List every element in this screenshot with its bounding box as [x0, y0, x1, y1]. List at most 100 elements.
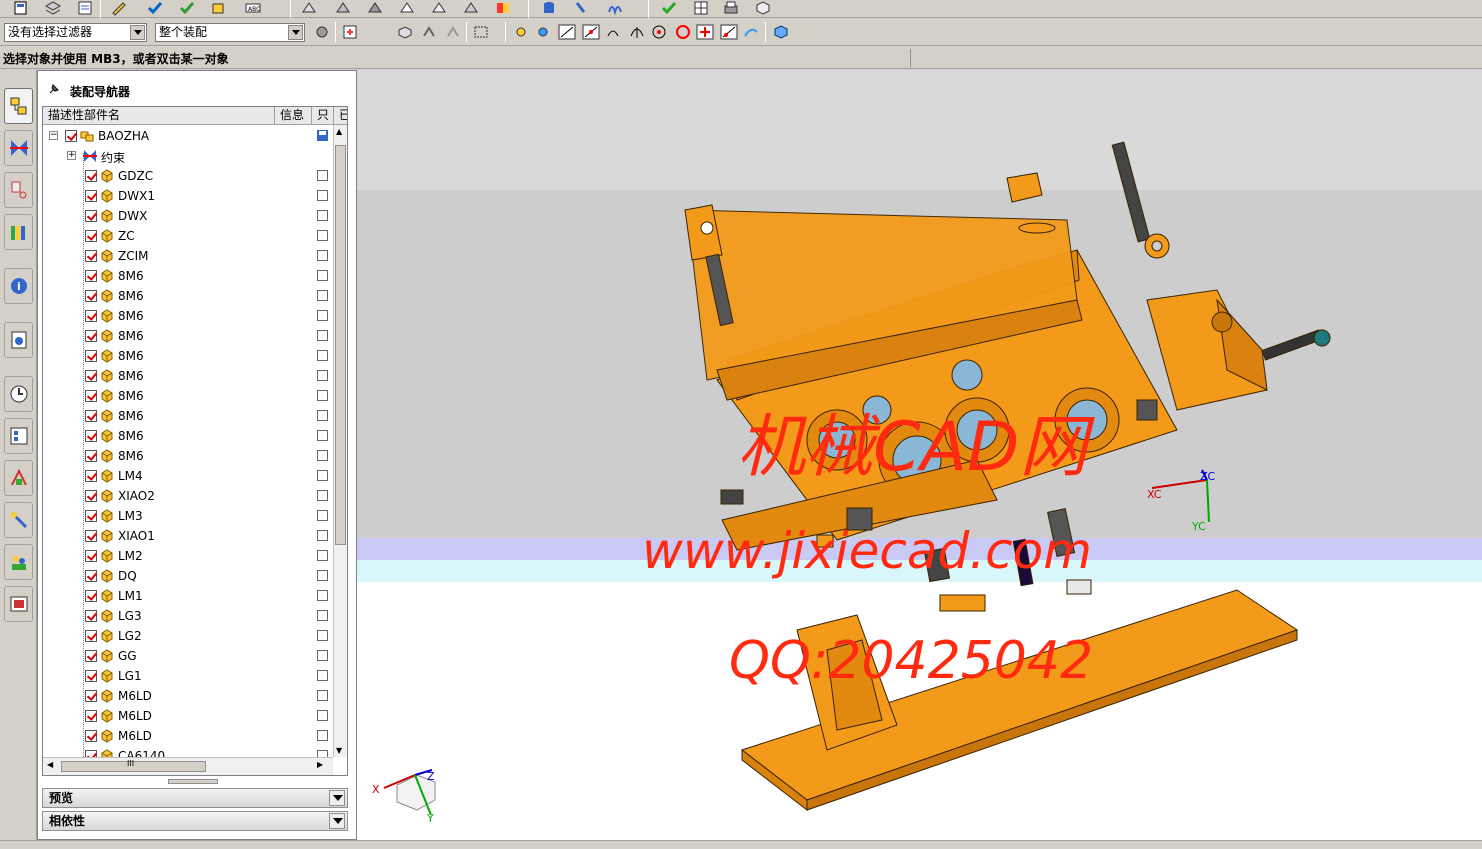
readonly-checkbox[interactable]: [317, 550, 328, 561]
readonly-checkbox[interactable]: [317, 570, 328, 581]
pin-icon[interactable]: [48, 83, 60, 95]
part-row[interactable]: 8M6: [43, 346, 333, 366]
readonly-checkbox[interactable]: [317, 290, 328, 301]
select-body-icon[interactable]: [396, 24, 414, 40]
part-row[interactable]: LG3: [43, 606, 333, 626]
text-icon[interactable]: ABC: [244, 0, 262, 16]
readonly-checkbox[interactable]: [317, 610, 328, 621]
shaded-cube-icon[interactable]: [772, 24, 790, 40]
part-row[interactable]: XIAO1: [43, 526, 333, 546]
render-style-2-icon[interactable]: [334, 0, 352, 16]
expand-toggle-icon[interactable]: +: [67, 151, 76, 160]
assembly-tool-icon[interactable]: [210, 0, 228, 16]
column-header-readonly[interactable]: 只: [312, 107, 334, 125]
vertical-scroll-thumb[interactable]: [335, 145, 346, 545]
part-visibility-checkbox[interactable]: [85, 310, 97, 322]
layers-icon[interactable]: [44, 0, 62, 16]
part-visibility-checkbox[interactable]: [85, 410, 97, 422]
scroll-down-arrow-icon[interactable]: ▼: [336, 746, 342, 755]
column-header-info[interactable]: 信息: [275, 107, 312, 125]
part-row[interactable]: 8M6: [43, 446, 333, 466]
collapse-toggle-icon[interactable]: −: [49, 131, 58, 140]
readonly-checkbox[interactable]: [317, 430, 328, 441]
part-row[interactable]: 8M6: [43, 266, 333, 286]
part-visibility-checkbox[interactable]: [85, 610, 97, 622]
select-edge-icon[interactable]: [444, 24, 462, 40]
part-visibility-checkbox[interactable]: [85, 390, 97, 402]
midpoint-snap-icon[interactable]: [582, 24, 600, 40]
part-visibility-checkbox[interactable]: [85, 690, 97, 702]
roles-tab[interactable]: [4, 544, 33, 580]
graphics-viewport[interactable]: 机械CAD网 www.jixiecad.com QQ:20425042 XC Y…: [357, 70, 1482, 840]
render-style-6-icon[interactable]: [462, 0, 480, 16]
readonly-checkbox[interactable]: [317, 410, 328, 421]
column-header-name[interactable]: 描述性部件名: [43, 107, 275, 125]
snap-settings-icon[interactable]: [534, 24, 552, 40]
part-row[interactable]: 8M6: [43, 326, 333, 346]
check-green-icon[interactable]: [178, 0, 196, 16]
assembly-model-view[interactable]: 机械CAD网 www.jixiecad.com QQ:20425042 XC Y…: [357, 70, 1482, 840]
part-visibility-checkbox[interactable]: [85, 730, 97, 742]
help-info-tab[interactable]: i: [4, 268, 33, 304]
readonly-checkbox[interactable]: [317, 330, 328, 341]
column-header-extra[interactable]: 已: [334, 107, 347, 125]
part-row[interactable]: M6LD: [43, 686, 333, 706]
part-row[interactable]: XIAO2: [43, 486, 333, 506]
rectangle-select-icon[interactable]: [472, 24, 490, 40]
point-on-curve-icon[interactable]: [720, 24, 738, 40]
part-visibility-checkbox[interactable]: [85, 470, 97, 482]
select-feature-icon[interactable]: [420, 24, 438, 40]
dependency-section[interactable]: 相依性: [42, 811, 348, 831]
readonly-checkbox[interactable]: [317, 250, 328, 261]
part-visibility-checkbox[interactable]: [85, 370, 97, 382]
part-visibility-checkbox[interactable]: [85, 510, 97, 522]
part-row[interactable]: 8M6: [43, 386, 333, 406]
part-row[interactable]: DWX1: [43, 186, 333, 206]
part-visibility-checkbox[interactable]: [85, 670, 97, 682]
part-visibility-checkbox[interactable]: [85, 170, 97, 182]
readonly-checkbox[interactable]: [317, 530, 328, 541]
part-row[interactable]: M6LD: [43, 706, 333, 726]
part-visibility-checkbox[interactable]: [85, 490, 97, 502]
part-navigator-tab[interactable]: [4, 172, 33, 208]
part-visibility-checkbox[interactable]: [85, 430, 97, 442]
part-row[interactable]: LM2: [43, 546, 333, 566]
horizontal-scroll-thumb[interactable]: III: [61, 759, 206, 772]
part-visibility-checkbox[interactable]: [85, 290, 97, 302]
render-style-3-icon[interactable]: [366, 0, 384, 16]
print-icon[interactable]: [722, 0, 740, 16]
part-visibility-checkbox[interactable]: [85, 350, 97, 362]
part-row[interactable]: 8M6: [43, 286, 333, 306]
part-row[interactable]: 8M6: [43, 406, 333, 426]
spring-icon[interactable]: [606, 0, 624, 16]
part-visibility-checkbox[interactable]: [85, 530, 97, 542]
render-style-5-icon[interactable]: [430, 0, 448, 16]
readonly-checkbox[interactable]: [317, 190, 328, 201]
render-style-4-icon[interactable]: [398, 0, 416, 16]
part-row[interactable]: LG2: [43, 626, 333, 646]
existing-point-icon[interactable]: [696, 24, 714, 40]
edit-icon[interactable]: [110, 0, 128, 16]
readonly-checkbox[interactable]: [317, 670, 328, 681]
point-on-face-icon[interactable]: [742, 24, 760, 40]
part-visibility-checkbox[interactable]: [85, 450, 97, 462]
database-icon[interactable]: [540, 0, 558, 16]
part-row[interactable]: 8M6: [43, 306, 333, 326]
readonly-checkbox[interactable]: [317, 270, 328, 281]
part-visibility-checkbox[interactable]: [85, 570, 97, 582]
readonly-checkbox[interactable]: [317, 650, 328, 661]
part-row[interactable]: 8M6: [43, 426, 333, 446]
part-row[interactable]: GDZC: [43, 166, 333, 186]
attach-icon[interactable]: [572, 0, 590, 16]
reuse-library-tab[interactable]: [4, 214, 33, 250]
constraints-row[interactable]: + 约束: [43, 146, 333, 166]
process-studio-tab[interactable]: [4, 460, 33, 496]
scroll-left-arrow-icon[interactable]: ◀: [47, 760, 53, 769]
general-select-icon[interactable]: [342, 24, 360, 40]
history-tab[interactable]: [4, 376, 33, 412]
root-visibility-checkbox[interactable]: [65, 130, 77, 142]
part-row[interactable]: ZC: [43, 226, 333, 246]
intersection-icon[interactable]: [628, 24, 646, 40]
readonly-checkbox[interactable]: [317, 370, 328, 381]
web-browser-tab[interactable]: [4, 322, 33, 358]
